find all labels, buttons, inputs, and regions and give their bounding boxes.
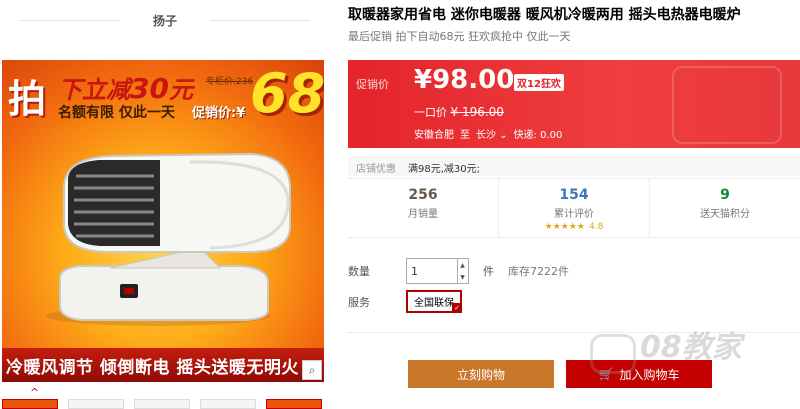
thumbnail[interactable]	[134, 399, 190, 409]
promo-price-label: 促销价	[356, 78, 389, 91]
quantity-stepper[interactable]: ▲ ▼	[457, 258, 469, 284]
shipping-info: 安徽合肥 至 长沙 ⌄ 快递: 0.00	[414, 126, 562, 141]
stock-count: 库存7222件	[508, 265, 569, 278]
shop-promo-value: 满98元,减30元;	[408, 164, 480, 175]
promo-limited-text: 名额有限 仅此一天	[58, 105, 175, 121]
divider	[20, 20, 120, 21]
quantity-row: 数量 ▲ ▼ 件 库存7222件	[348, 258, 569, 284]
shipping-fee: 快递: 0.00	[513, 130, 563, 141]
thumbnail-strip	[2, 399, 322, 409]
stat-label: 送天猫积分	[700, 209, 750, 220]
ship-destination-select[interactable]: 长沙 ⌄	[476, 126, 508, 141]
decrement-arrow-icon[interactable]: ▼	[457, 271, 468, 283]
watermark-logo	[590, 334, 636, 374]
shop-name[interactable]: 扬子	[138, 11, 191, 29]
quantity-input[interactable]	[406, 258, 458, 284]
promo-discount-text: 下立减30元	[58, 72, 193, 105]
thumbnail[interactable]	[266, 399, 322, 409]
service-option-warranty[interactable]: 全国联保 ✓	[406, 290, 462, 313]
quantity-unit: 件	[483, 265, 494, 278]
stat-label: 月销量	[408, 209, 438, 220]
gallery-panel: 扬子 拍 下立减30元 名额有限 仅此一天 专柜价:236 促销价:¥ 68 冷…	[0, 0, 330, 409]
stat-value: 256	[408, 187, 438, 203]
rating-stars: ★★★★★ 4.8	[544, 222, 604, 232]
promo-badge: 拍	[8, 77, 47, 121]
shop-promo-label: 店铺优惠	[356, 164, 396, 175]
counter-price: 专柜价:236	[206, 77, 254, 87]
thumbnail[interactable]	[68, 399, 124, 409]
ship-from: 安徽合肥	[414, 130, 454, 141]
feature-banner-text: 冷暖风调节 倾倒断电 摇头送暖无明火	[6, 357, 299, 378]
original-price: 一口价 ¥ 196.00	[414, 104, 504, 120]
decoration	[672, 66, 782, 144]
promo-price-label: 促销价:¥	[192, 106, 246, 121]
heater-illustration	[46, 152, 291, 326]
thumbnail[interactable]	[2, 399, 58, 409]
magnifier-icon[interactable]: ⌕	[302, 360, 322, 380]
thumbnail[interactable]	[200, 399, 256, 409]
original-price-label: 一口价	[414, 106, 447, 119]
monthly-sales: 256 月销量	[348, 179, 499, 237]
shop-promo-row: 店铺优惠 满98元,减30元;	[348, 156, 800, 176]
promo-big-price: 68	[250, 62, 324, 125]
price-panel: 促销价 ¥98.00 双12狂欢 一口价 ¥ 196.00 安徽合肥 至 长沙 …	[348, 60, 800, 148]
total-reviews[interactable]: 154 累计评价 ★★★★★ 4.8	[499, 179, 650, 237]
event-badge: 双12狂欢	[514, 74, 564, 91]
feature-banner: 冷暖风调节 倾倒断电 摇头送暖无明火	[2, 348, 324, 382]
stats-bar: 256 月销量 154 累计评价 ★★★★★ 4.8 9 送天猫积分	[348, 178, 800, 238]
ship-to-word: 至	[460, 130, 470, 141]
product-main-image[interactable]: 拍 下立减30元 名额有限 仅此一天 专柜价:236 促销价:¥ 68 冷暖风调…	[2, 60, 324, 382]
service-row: 服务 全国联保 ✓	[348, 290, 462, 313]
tmall-points: 9 送天猫积分	[650, 179, 800, 237]
stat-value: 9	[720, 187, 730, 203]
increment-arrow-icon[interactable]: ▲	[457, 259, 468, 271]
stat-label: 累计评价	[554, 209, 594, 220]
stat-value: 154	[559, 187, 589, 203]
watermark: 08教家	[640, 330, 742, 365]
current-price: ¥98.00	[414, 65, 515, 95]
divider	[210, 20, 310, 21]
product-subtitle: 最后促销 拍下自动68元 狂欢疯抢中 仅此一天	[348, 30, 571, 43]
quantity-label: 数量	[348, 265, 370, 278]
original-price-value: ¥ 196.00	[450, 105, 504, 119]
check-icon: ✓	[452, 303, 462, 313]
product-title: 取暖器家用省电 迷你电暖器 暖风机冷暖两用 摇头电热器电暖炉	[348, 7, 741, 23]
shop-header: 扬子	[0, 0, 330, 40]
service-label: 服务	[348, 295, 370, 309]
chevron-up-icon[interactable]: ^	[30, 386, 39, 399]
buy-now-button[interactable]: 立刻购物	[408, 360, 554, 388]
